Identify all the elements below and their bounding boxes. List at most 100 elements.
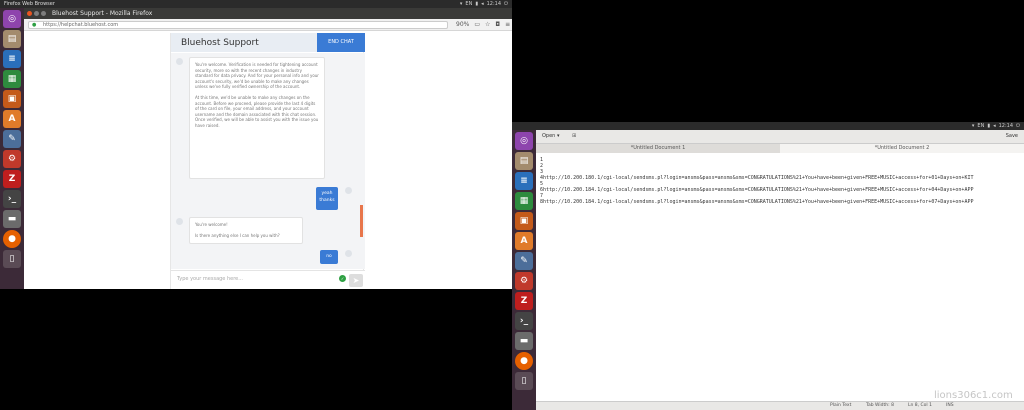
- files-icon[interactable]: ▤: [515, 152, 533, 170]
- left-screen: Firefox Web Browser ▾ EN ▮ ◂ 12:14 ⏻ ◎ ▤…: [0, 0, 512, 289]
- usb-icon[interactable]: ▬: [3, 210, 21, 228]
- firefox-icon[interactable]: ●: [515, 352, 533, 370]
- launcher: ◎ ▤ ≡ ▦ ▣ A ✎ ⚙ Z ›_ ▬ ● ▯: [0, 8, 24, 289]
- firefox-titlebar: Bluehost Support - Mozilla Firefox: [24, 8, 512, 19]
- agent-message: You're welcome. Verification is needed f…: [189, 57, 325, 179]
- tab-width-select[interactable]: Tab Width: 8: [866, 403, 894, 408]
- language-select[interactable]: Plain Text: [830, 403, 851, 408]
- agent-message-paragraph: Is there anything else I can help you wi…: [195, 232, 280, 238]
- settings-icon[interactable]: ⚙: [3, 150, 21, 168]
- firefox-icon[interactable]: ●: [3, 230, 21, 248]
- minimize-button[interactable]: [34, 11, 39, 16]
- calc-icon[interactable]: ▦: [3, 70, 21, 88]
- writer-icon[interactable]: ≡: [515, 172, 533, 190]
- user-message: yeah thanks: [316, 187, 338, 210]
- wifi-icon[interactable]: ▾: [460, 0, 463, 8]
- insert-mode: INS: [946, 403, 954, 408]
- editor-line: 8http://10.200.184.1/cgi-local/sendsms.p…: [540, 199, 974, 205]
- open-label: Open: [542, 133, 556, 139]
- zoom-level[interactable]: 90%: [456, 21, 469, 28]
- impress-icon[interactable]: ▣: [3, 90, 21, 108]
- send-icon[interactable]: ➤: [349, 274, 363, 287]
- top-panel: ▾ EN ▮ ◂ 12:14 ⏻: [512, 122, 1024, 130]
- system-tray[interactable]: ▾ EN ▮ ◂ 12:14 ⏻: [460, 0, 508, 8]
- clock[interactable]: 12:14: [487, 0, 501, 8]
- window-title: Bluehost Support - Mozilla Firefox: [52, 10, 153, 17]
- menu-icon[interactable]: ≡: [505, 21, 510, 28]
- web-page: Bluehost Support END CHAT You're welcome…: [24, 32, 512, 289]
- editor-line: 4http://10.200.180.1/cgi-local/sendsms.p…: [540, 175, 974, 181]
- usb-icon[interactable]: ▬: [515, 332, 533, 350]
- lock-icon: ●: [32, 22, 37, 28]
- window-controls: [27, 11, 46, 16]
- chat-widget: Bluehost Support END CHAT You're welcome…: [170, 33, 365, 289]
- power-icon[interactable]: ⏻: [1016, 122, 1020, 130]
- tools-icon[interactable]: ✎: [515, 252, 533, 270]
- chat-messages[interactable]: You're welcome. Verification is needed f…: [171, 53, 365, 269]
- agent-message-paragraph: You're welcome!: [195, 222, 228, 227]
- volume-icon[interactable]: ◂: [481, 0, 484, 8]
- tab-label: *Untitled Document 2: [874, 145, 930, 151]
- scroll-indicator[interactable]: [360, 205, 363, 237]
- message-input[interactable]: Type your message here... ➤: [171, 270, 365, 289]
- launcher: ◎ ▤ ≡ ▦ ▣ A ✎ ⚙ Z ›_ ▬ ● ▯: [512, 130, 536, 410]
- battery-icon[interactable]: ▮: [987, 122, 990, 130]
- terminal-icon[interactable]: ›_: [515, 312, 533, 330]
- tab-document-2[interactable]: *Untitled Document 2: [780, 144, 1024, 153]
- close-button[interactable]: [27, 11, 32, 16]
- user-avatar: [345, 250, 352, 257]
- url-text: https://helpchat.bluehost.com: [43, 22, 119, 28]
- filezilla-icon[interactable]: Z: [3, 170, 21, 188]
- open-button[interactable]: Open ▾: [542, 133, 559, 139]
- chat-header: Bluehost Support END CHAT: [171, 33, 365, 52]
- bookmark-icon[interactable]: ☆: [485, 21, 490, 28]
- files-icon[interactable]: ▤: [3, 30, 21, 48]
- terminal-icon[interactable]: ›_: [3, 190, 21, 208]
- message-input-placeholder: Type your message here...: [177, 276, 244, 282]
- reader-icon[interactable]: ▭: [474, 21, 480, 28]
- maximize-button[interactable]: [41, 11, 46, 16]
- ubuntu-logo-icon[interactable]: ◎: [3, 10, 21, 28]
- agent-message-paragraph: You're welcome. Verification is needed f…: [195, 62, 319, 90]
- new-tab-icon[interactable]: ⊞: [572, 133, 576, 139]
- tab-label: *Untitled Document 1: [630, 145, 686, 151]
- keyboard-icon[interactable]: EN: [977, 122, 984, 130]
- chat-title: Bluehost Support: [181, 38, 259, 48]
- clock[interactable]: 12:14: [999, 122, 1013, 130]
- trash-icon[interactable]: ▯: [515, 372, 533, 390]
- user-message-text: yeah thanks: [319, 191, 335, 203]
- url-bar[interactable]: ● https://helpchat.bluehost.com: [28, 21, 448, 29]
- filezilla-icon[interactable]: Z: [515, 292, 533, 310]
- user-message: no: [320, 250, 338, 264]
- text-editor[interactable]: 1 2 3 4http://10.200.180.1/cgi-local/sen…: [536, 153, 1024, 401]
- wifi-icon[interactable]: ▾: [972, 122, 975, 130]
- ubuntu-logo-icon[interactable]: ◎: [515, 132, 533, 150]
- firefox-navbar: ● https://helpchat.bluehost.com 90% ▭ ☆ …: [24, 19, 512, 31]
- save-button[interactable]: Save: [1006, 133, 1018, 139]
- editor-line: 6http://10.200.184.1/cgi-local/sendsms.p…: [540, 187, 974, 193]
- end-chat-button[interactable]: END CHAT: [317, 33, 365, 52]
- agent-avatar: [176, 218, 183, 225]
- software-center-icon[interactable]: A: [3, 110, 21, 128]
- tools-icon[interactable]: ✎: [3, 130, 21, 148]
- gedit-tabs: *Untitled Document 1 *Untitled Document …: [536, 144, 1024, 153]
- pocket-icon[interactable]: ◘: [495, 21, 500, 28]
- agent-message: You're welcome! Is there anything else I…: [189, 217, 303, 244]
- software-center-icon[interactable]: A: [515, 232, 533, 250]
- impress-icon[interactable]: ▣: [515, 212, 533, 230]
- gedit-toolbar: Open ▾ ⊞ Save: [536, 130, 1024, 144]
- power-icon[interactable]: ⏻: [504, 0, 508, 8]
- settings-icon[interactable]: ⚙: [515, 272, 533, 290]
- calc-icon[interactable]: ▦: [515, 192, 533, 210]
- agent-avatar: [176, 58, 183, 65]
- trash-icon[interactable]: ▯: [3, 250, 21, 268]
- battery-icon[interactable]: ▮: [475, 0, 478, 8]
- nav-icons: 90% ▭ ☆ ◘ ≡: [456, 21, 510, 28]
- cursor-position: Ln 8, Col 1: [908, 403, 932, 408]
- volume-icon[interactable]: ◂: [993, 122, 996, 130]
- tab-document-1[interactable]: *Untitled Document 1: [536, 144, 780, 153]
- system-tray[interactable]: ▾ EN ▮ ◂ 12:14 ⏻: [972, 122, 1020, 130]
- right-screen: ▾ EN ▮ ◂ 12:14 ⏻ ◎ ▤ ≡ ▦ ▣ A ✎ ⚙ Z ›_ ▬ …: [512, 122, 1024, 410]
- keyboard-icon[interactable]: EN: [465, 0, 472, 8]
- writer-icon[interactable]: ≡: [3, 50, 21, 68]
